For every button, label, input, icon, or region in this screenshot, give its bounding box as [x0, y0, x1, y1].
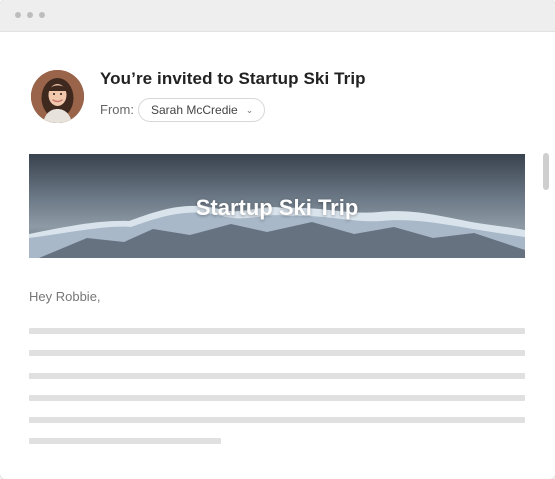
placeholder-text-line: [29, 350, 525, 356]
placeholder-text-line: [29, 328, 525, 334]
sender-avatar: [31, 70, 84, 123]
placeholder-text-line: [29, 373, 525, 379]
placeholder-text-line: [29, 395, 525, 401]
from-label: From:: [100, 102, 134, 117]
window-titlebar: [0, 0, 555, 32]
vertical-scrollbar[interactable]: [543, 153, 549, 190]
email-subject: You’re invited to Startup Ski Trip: [100, 69, 366, 88]
window-control-dot[interactable]: [39, 12, 45, 18]
chevron-down-icon: ⌄: [245, 104, 254, 115]
window-control-dot[interactable]: [15, 12, 21, 18]
window-control-dot[interactable]: [27, 12, 33, 18]
banner-title: Startup Ski Trip: [195, 195, 359, 220]
email-greeting: Hey Robbie,: [29, 289, 101, 304]
placeholder-text-line: [29, 417, 525, 423]
placeholder-text-line: [29, 438, 221, 444]
sender-name: Sarah McCredie: [151, 103, 238, 117]
sender-dropdown[interactable]: Sarah McCredie ⌄: [138, 98, 265, 122]
email-window: You’re invited to Startup Ski Trip From:…: [0, 0, 555, 479]
event-banner: Startup Ski Trip: [29, 154, 525, 258]
